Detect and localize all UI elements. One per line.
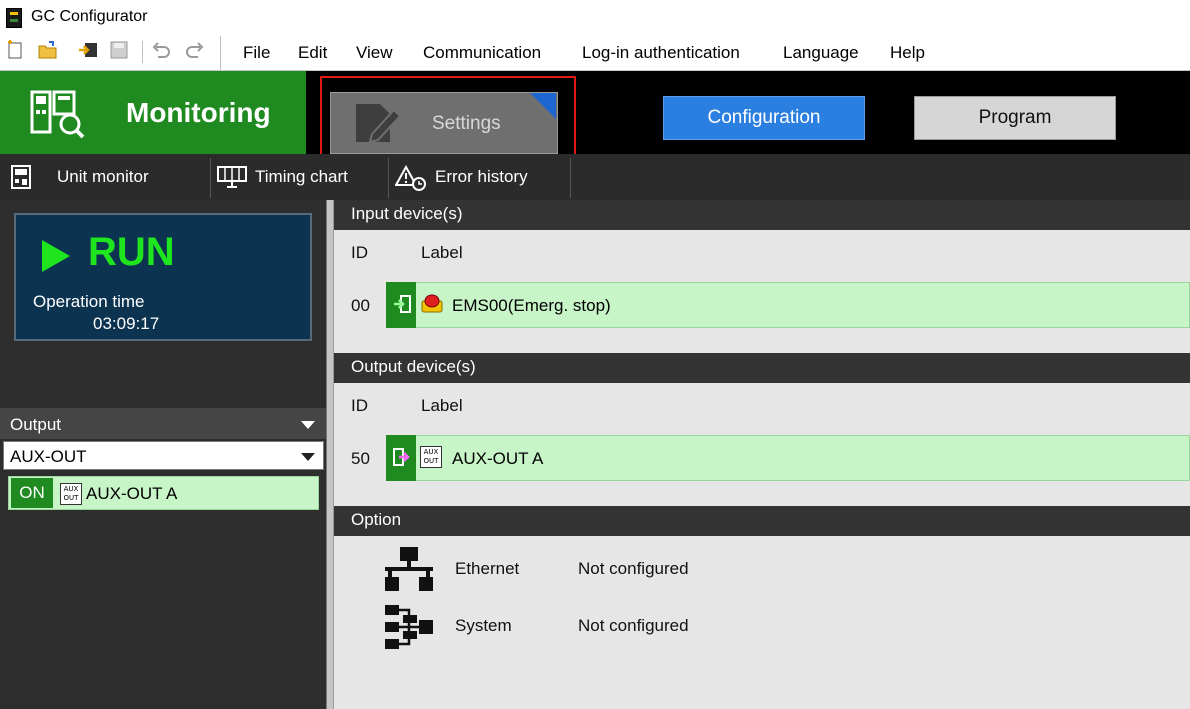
tab-timing-chart[interactable]: Timing chart <box>211 154 388 200</box>
menu-language[interactable]: Language <box>783 43 859 63</box>
play-icon <box>42 240 70 272</box>
save-icon[interactable] <box>108 39 130 61</box>
tab-unit-monitor[interactable]: Unit monitor <box>0 154 210 200</box>
chevron-down-icon[interactable] <box>301 453 315 461</box>
menu-view[interactable]: View <box>356 43 393 63</box>
option-ethernet-name: Ethernet <box>455 559 520 578</box>
option-system-name: System <box>455 616 512 635</box>
output-type-select-value: AUX-OUT <box>10 447 87 466</box>
error-history-icon <box>395 165 426 191</box>
redo-icon[interactable] <box>184 39 206 61</box>
tab-error-history[interactable]: Error history <box>389 154 570 200</box>
sub-tab-separator <box>570 158 571 198</box>
output-col-label: Label <box>421 396 463 415</box>
tab-timing-chart-label: Timing chart <box>255 167 348 186</box>
option-header: Option <box>334 506 1190 536</box>
input-col-label: Label <box>421 243 463 262</box>
output-header-label: Output <box>10 415 62 434</box>
new-file-icon[interactable] <box>4 39 26 61</box>
menu-communication[interactable]: Communication <box>423 43 541 63</box>
timing-chart-icon <box>217 166 247 188</box>
option-ethernet-status: Not configured <box>578 559 689 578</box>
open-folder-icon[interactable] <box>37 39 59 61</box>
program-button[interactable]: Program <box>914 96 1116 140</box>
input-device-label: EMS00(Emerg. stop) <box>452 296 611 315</box>
output-col-id: ID <box>351 396 368 415</box>
menu-bar: File Edit View Communication Log-in auth… <box>0 36 1190 71</box>
input-devices-header-label: Input device(s) <box>351 204 463 223</box>
output-devices-header: Output device(s) <box>334 353 1190 383</box>
monitor-magnifier-icon <box>30 90 85 139</box>
window-title: GC Configurator <box>31 8 148 25</box>
aux-out-icon: AUX OUT <box>60 483 82 505</box>
ethernet-network-icon <box>385 547 433 591</box>
system-hierarchy-icon <box>385 605 433 649</box>
run-status-text: RUN <box>88 230 175 274</box>
tab-monitoring-label: Monitoring <box>126 97 271 128</box>
input-devices-header: Input device(s) <box>334 200 1190 230</box>
app-icon <box>6 8 22 28</box>
on-status-badge: ON <box>11 478 53 508</box>
menu-help[interactable]: Help <box>890 43 925 63</box>
menu-separator <box>220 36 221 70</box>
menu-file[interactable]: File <box>243 43 270 63</box>
output-item-label: AUX-OUT A <box>86 484 178 503</box>
title-bar <box>0 0 1190 36</box>
input-arrow-icon <box>394 295 411 313</box>
aux-out-icon: AUX OUT <box>420 446 442 468</box>
menu-login-authentication[interactable]: Log-in authentication <box>582 43 740 63</box>
output-device-label: AUX-OUT A <box>452 449 544 468</box>
configuration-button[interactable]: Configuration <box>663 96 865 140</box>
tab-unit-monitor-label: Unit monitor <box>57 167 149 186</box>
undo-icon[interactable] <box>150 39 172 61</box>
input-device-id: 00 <box>351 296 370 315</box>
output-device-id: 50 <box>351 449 370 468</box>
operation-time-value: 03:09:17 <box>93 314 160 333</box>
unit-monitor-icon <box>11 165 31 189</box>
option-system-status: Not configured <box>578 616 689 635</box>
output-arrow-icon <box>393 448 410 466</box>
option-header-label: Option <box>351 510 402 529</box>
output-devices-header-label: Output device(s) <box>351 357 476 376</box>
tab-error-history-label: Error history <box>435 167 528 186</box>
emergency-stop-icon <box>421 294 443 313</box>
operation-time-label: Operation time <box>33 292 145 311</box>
import-icon[interactable] <box>77 39 99 61</box>
menu-edit[interactable]: Edit <box>298 43 327 63</box>
collapse-arrow-icon[interactable] <box>301 421 315 429</box>
toolbar-separator <box>142 41 143 63</box>
panel-splitter[interactable] <box>326 200 334 709</box>
input-col-id: ID <box>351 243 368 262</box>
